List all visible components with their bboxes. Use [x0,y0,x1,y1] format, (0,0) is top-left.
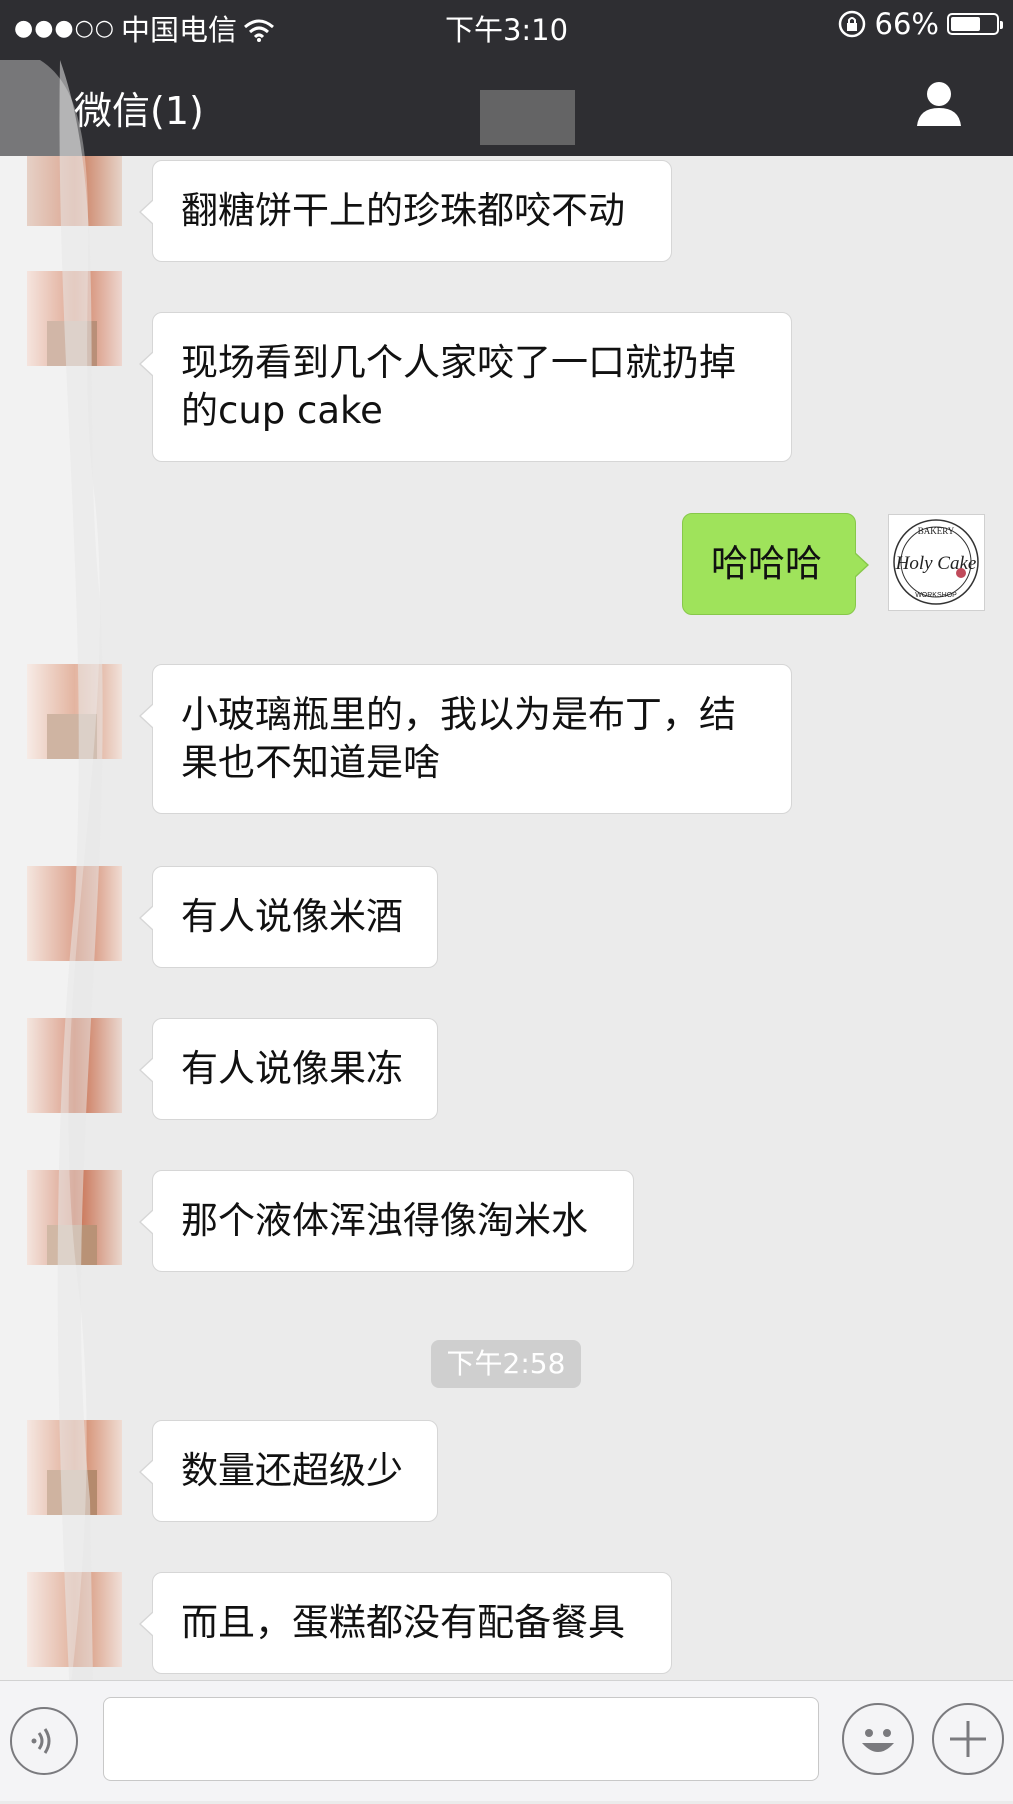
battery-icon [947,13,1003,35]
incoming-message[interactable]: 数量还超级少 [139,1420,438,1522]
message-row: 有人说像果冻 [139,1018,438,1120]
incoming-message[interactable]: 而且，蛋糕都没有配备餐具 [139,1572,672,1674]
chat-header: 微信(1) [0,50,1013,156]
incoming-message[interactable]: 有人说像果冻 [139,1018,438,1120]
logo-top-text: BAKERY [918,526,955,536]
avatar[interactable] [27,1420,122,1515]
outgoing-message[interactable]: 哈哈哈 [682,513,869,615]
avatar[interactable] [27,156,122,226]
avatar[interactable] [27,1018,122,1113]
avatar[interactable] [27,1170,122,1265]
incoming-message[interactable]: 翻糖饼干上的珍珠都咬不动 [139,160,672,262]
emoji-icon[interactable] [842,1703,914,1775]
voice-icon[interactable] [10,1707,78,1775]
logo-bottom-text: WORKSHOP [915,592,957,599]
message-list[interactable]: 翻糖饼干上的珍珠都咬不动 现场看到几个人家咬了一口就扔掉的cup cake 哈哈… [0,156,1013,1680]
avatar[interactable] [27,1572,122,1667]
bakery-logo: BAKERY Holy Cake WORKSHOP [893,519,979,605]
message-row: 有人说像米酒 [139,866,438,968]
message-input[interactable] [103,1697,819,1781]
battery-percent: 66% [874,7,939,41]
rotation-lock-icon [837,9,867,39]
plus-icon[interactable] [932,1703,1004,1775]
message-row: 而且，蛋糕都没有配备餐具 [139,1572,672,1674]
input-bar [0,1680,1013,1801]
incoming-message[interactable]: 小玻璃瓶里的，我以为是布丁，结果也不知道是啥 [139,664,792,814]
incoming-message[interactable]: 现场看到几个人家咬了一口就扔掉的cup cake [139,312,792,462]
message-row: 那个液体浑浊得像淘米水 [139,1170,634,1272]
avatar[interactable] [27,866,122,961]
message-row: 哈哈哈 [682,513,869,615]
avatar[interactable] [27,664,122,759]
message-row: 数量还超级少 [139,1420,438,1522]
incoming-message[interactable]: 那个液体浑浊得像淘米水 [139,1170,634,1272]
person-icon[interactable] [913,78,965,130]
back-button[interactable]: 微信(1) [74,80,204,135]
timestamp-divider: 下午2:58 [431,1340,581,1388]
chat-title-obscured [480,90,575,145]
message-row: 小玻璃瓶里的，我以为是布丁，结果也不知道是啥 [139,664,792,814]
status-bar: ●●●○○ 中国电信 下午3:10 66% [0,0,1013,50]
incoming-message[interactable]: 有人说像米酒 [139,866,438,968]
message-row: 翻糖饼干上的珍珠都咬不动 [139,160,672,262]
my-avatar[interactable]: BAKERY Holy Cake WORKSHOP [888,514,985,611]
avatar[interactable] [27,271,122,366]
message-row: 现场看到几个人家咬了一口就扔掉的cup cake [139,312,792,462]
